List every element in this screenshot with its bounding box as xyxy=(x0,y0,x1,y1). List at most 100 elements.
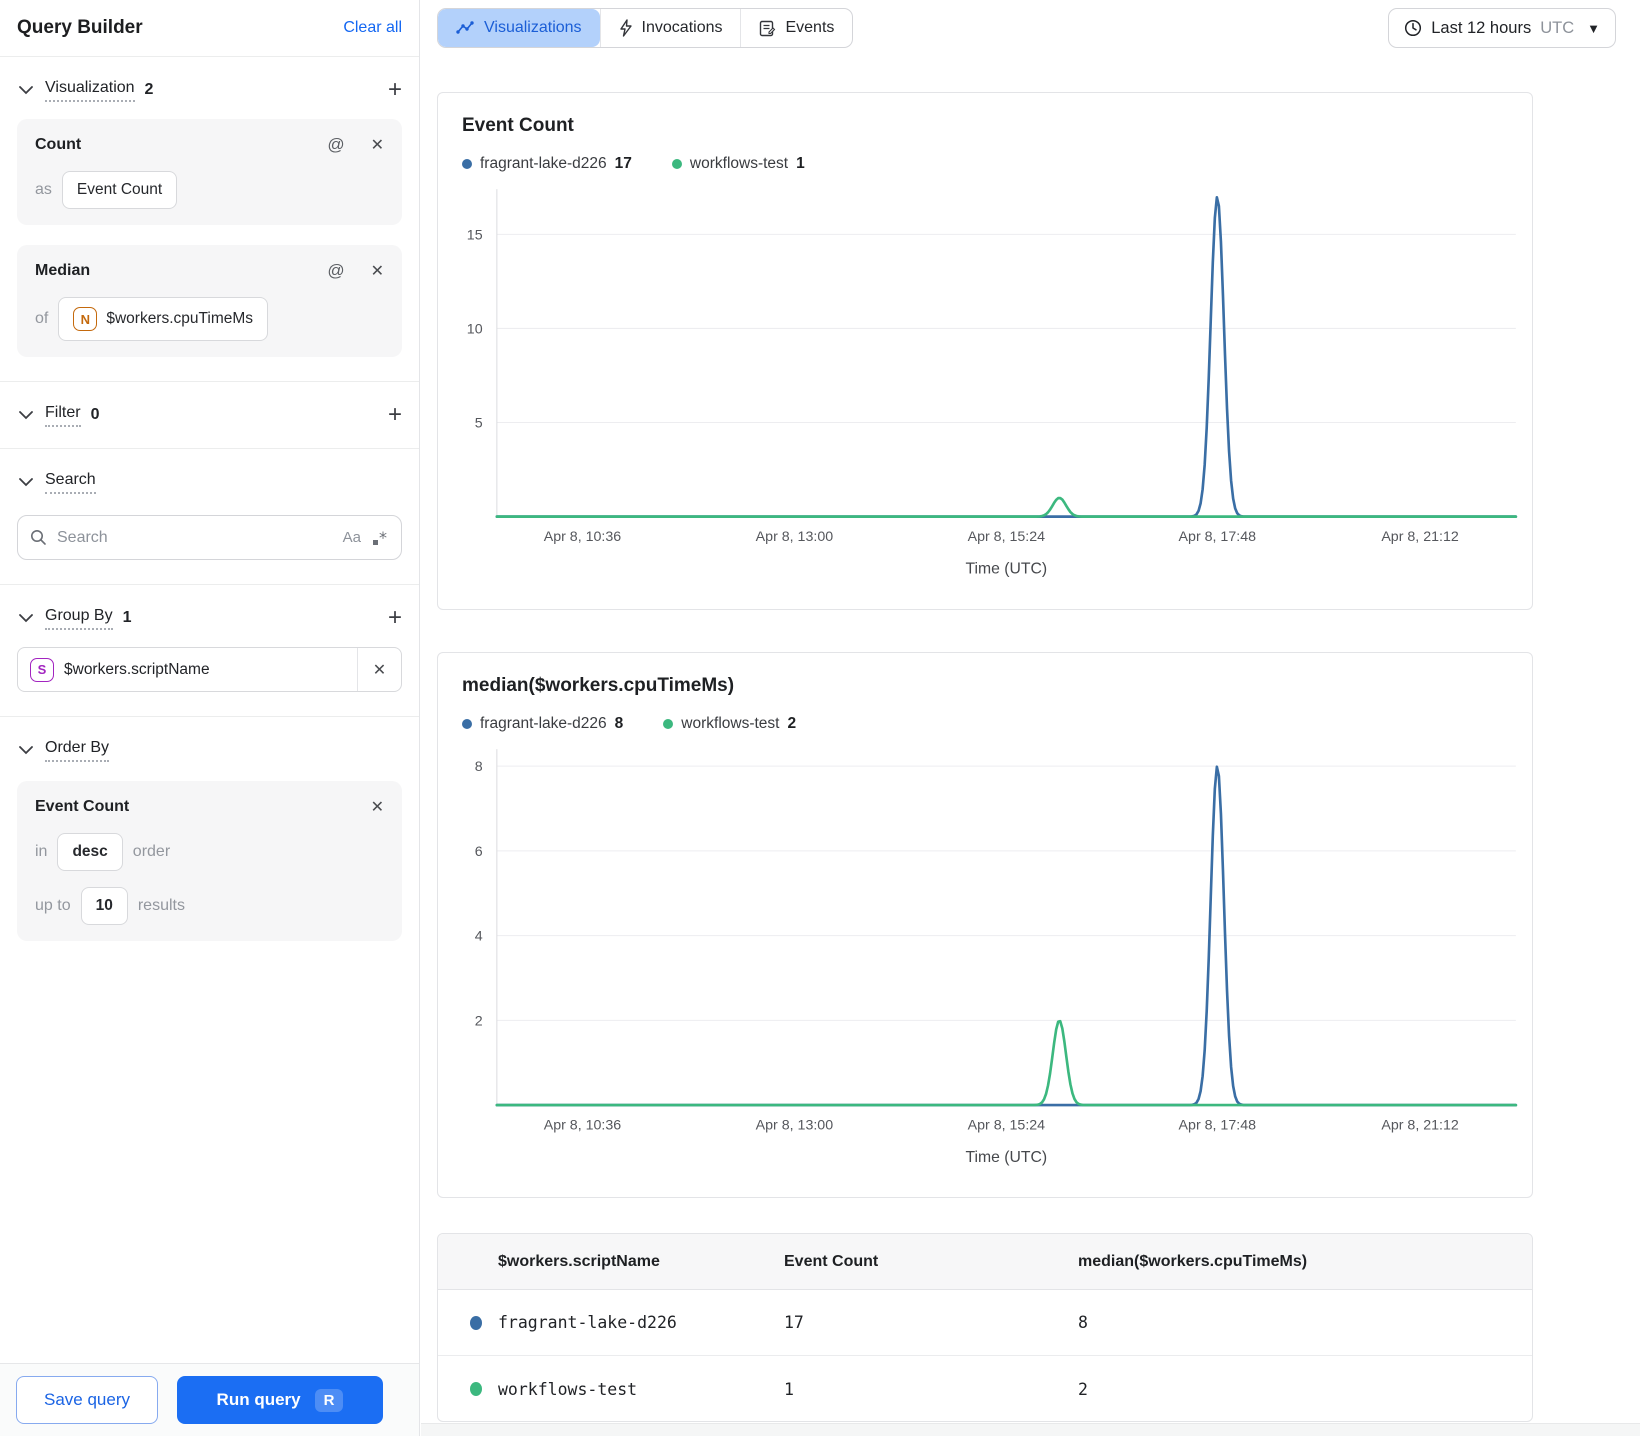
lightning-icon xyxy=(619,19,632,37)
series-total: 17 xyxy=(614,155,632,172)
chart-line-icon xyxy=(456,21,474,34)
visualization-card-count: Count @ ✕ as Event Count xyxy=(17,119,402,225)
run-query-button[interactable]: Run query R xyxy=(177,1376,383,1424)
results-label: results xyxy=(137,897,185,914)
page-title: Query Builder xyxy=(17,17,143,38)
sidebar-footer: Save query Run query R xyxy=(0,1363,419,1436)
view-tabs: Visualizations Invocations Events xyxy=(437,8,854,48)
visualization-card-median: Median @ ✕ of N $workers.cpuTimeMs xyxy=(17,245,402,357)
time-range-label: Last 12 hours xyxy=(1431,18,1532,37)
remove-group-by-icon[interactable]: ✕ xyxy=(357,648,401,691)
limit-box[interactable]: 10 xyxy=(80,887,128,925)
chart-title: Event Count xyxy=(462,115,574,136)
order-label: order xyxy=(132,843,171,860)
run-shortcut-badge: R xyxy=(314,1388,344,1412)
median-cpu-line-chart[interactable]: 2 4 6 8 Apr 8, 10:36 Apr 8, 13:00 Apr 8, 15:24… xyxy=(438,733,1532,1174)
series-name: fragrant-lake-d226 xyxy=(480,155,607,172)
at-mention-icon[interactable]: @ xyxy=(327,135,344,155)
legend-item[interactable]: fragrant-lake-d226 8 xyxy=(462,715,623,733)
chevron-down-icon[interactable] xyxy=(17,741,35,759)
save-query-button[interactable]: Save query xyxy=(16,1376,158,1424)
series-dot xyxy=(470,1315,482,1330)
chevron-down-icon[interactable] xyxy=(17,81,35,99)
svg-text:Apr 8, 15:24: Apr 8, 15:24 xyxy=(968,1118,1046,1134)
column-script-name: $workers.scriptName xyxy=(498,1252,660,1270)
group-by-label: Group By xyxy=(45,607,113,630)
svg-text:Time (UTC): Time (UTC) xyxy=(966,1149,1048,1166)
legend-item[interactable]: workflows-test 1 xyxy=(671,155,805,173)
column-event-count: Event Count xyxy=(784,1252,879,1270)
series-dot xyxy=(462,719,472,729)
group-by-field-row[interactable]: S $workers.scriptName ✕ xyxy=(17,647,402,692)
svg-text:Apr 8, 10:36: Apr 8, 10:36 xyxy=(544,529,622,545)
group-by-count: 1 xyxy=(122,609,132,626)
chart-legend: fragrant-lake-d226 17 workflows-test 1 xyxy=(438,137,1532,173)
chevron-down-icon[interactable] xyxy=(17,473,35,491)
match-case-icon[interactable]: Aa xyxy=(343,529,361,546)
event-count-line-chart[interactable]: 5 10 15 Apr 8, 10:36 Apr 8, 13:00 Apr 8, 15:2… xyxy=(438,173,1532,586)
table-header-row: $workers.scriptName Event Count median($… xyxy=(438,1234,1532,1290)
section-search: Search Aa * xyxy=(0,449,419,585)
svg-text:Apr 8, 10:36: Apr 8, 10:36 xyxy=(544,1118,622,1134)
alias-value-box[interactable]: Event Count xyxy=(61,171,178,209)
series-name: fragrant-lake-d226 xyxy=(480,715,607,732)
group-by-field-value: $workers.scriptName xyxy=(64,660,210,678)
svg-text:Apr 8, 17:48: Apr 8, 17:48 xyxy=(1179,529,1257,545)
row-script-name: workflows-test xyxy=(438,1380,784,1399)
legend-item[interactable]: workflows-test 2 xyxy=(663,715,796,733)
of-label: of xyxy=(35,310,49,327)
chart-title: median($workers.cpuTimeMs) xyxy=(462,675,735,696)
svg-text:Apr 8, 17:48: Apr 8, 17:48 xyxy=(1179,1118,1257,1134)
results-table-card: $workers.scriptName Event Count median($… xyxy=(437,1233,1533,1422)
row-event-count: 1 xyxy=(784,1379,794,1399)
at-mention-icon[interactable]: @ xyxy=(327,261,344,281)
bottom-strip xyxy=(421,1423,1640,1436)
clear-all-button[interactable]: Clear all xyxy=(343,19,402,37)
series-dot xyxy=(470,1382,482,1396)
series-total: 2 xyxy=(787,715,797,732)
field-value-box[interactable]: N $workers.cpuTimeMs xyxy=(58,297,269,341)
chart-legend: fragrant-lake-d226 8 workflows-test 2 xyxy=(438,697,1532,733)
svg-text:8: 8 xyxy=(475,759,483,775)
tab-visualizations[interactable]: Visualizations xyxy=(438,9,600,47)
row-event-count: 17 xyxy=(784,1313,804,1332)
in-label: in xyxy=(35,843,48,860)
remove-visualization-icon[interactable]: ✕ xyxy=(371,261,384,281)
chevron-down-icon[interactable] xyxy=(17,406,35,424)
table-row[interactable]: workflows-test 1 2 xyxy=(438,1356,1532,1422)
chevron-down-icon[interactable] xyxy=(17,609,35,627)
section-order-by: Order By Event Count ✕ in desc order up … xyxy=(0,717,419,965)
svg-text:Apr 8, 13:00: Apr 8, 13:00 xyxy=(756,1118,834,1134)
query-builder-sidebar: Query Builder Clear all Visualization 2 … xyxy=(0,0,420,1436)
section-filter: Filter 0 + xyxy=(0,382,419,449)
tab-invocations[interactable]: Invocations xyxy=(599,9,741,47)
row-median: 2 xyxy=(1078,1379,1088,1399)
median-cpu-chart-card: median($workers.cpuTimeMs) fragrant-lake… xyxy=(437,652,1533,1198)
order-by-label: Order By xyxy=(45,739,110,762)
add-visualization-button[interactable]: + xyxy=(388,78,402,102)
field-value: $workers.cpuTimeMs xyxy=(106,310,254,327)
aggregation-title: Median xyxy=(35,262,91,279)
time-range-picker[interactable]: Last 12 hours UTC ▼ xyxy=(1388,8,1616,48)
search-box: Aa * xyxy=(17,515,402,560)
remove-order-by-icon[interactable]: ✕ xyxy=(371,797,384,817)
legend-item[interactable]: fragrant-lake-d226 17 xyxy=(462,155,632,173)
search-input[interactable] xyxy=(57,528,333,547)
order-by-field: Event Count xyxy=(35,798,130,815)
order-direction-box[interactable]: desc xyxy=(57,833,123,871)
add-group-by-button[interactable]: + xyxy=(388,606,402,630)
search-label: Search xyxy=(45,471,96,494)
order-by-card: Event Count ✕ in desc order up to 10 res… xyxy=(17,781,402,941)
svg-text:2: 2 xyxy=(475,1013,483,1029)
regex-icon[interactable]: * xyxy=(371,529,389,547)
events-icon xyxy=(760,20,776,36)
series-dot xyxy=(462,159,472,169)
tab-events[interactable]: Events xyxy=(740,9,852,47)
add-filter-button[interactable]: + xyxy=(388,403,402,427)
remove-visualization-icon[interactable]: ✕ xyxy=(371,135,384,155)
svg-text:*: * xyxy=(379,529,387,547)
table-row[interactable]: fragrant-lake-d226 17 8 xyxy=(438,1290,1532,1356)
svg-text:Apr 8, 21:12: Apr 8, 21:12 xyxy=(1381,1118,1459,1134)
row-script-name: fragrant-lake-d226 xyxy=(438,1313,784,1332)
timezone-label: UTC xyxy=(1540,18,1575,37)
